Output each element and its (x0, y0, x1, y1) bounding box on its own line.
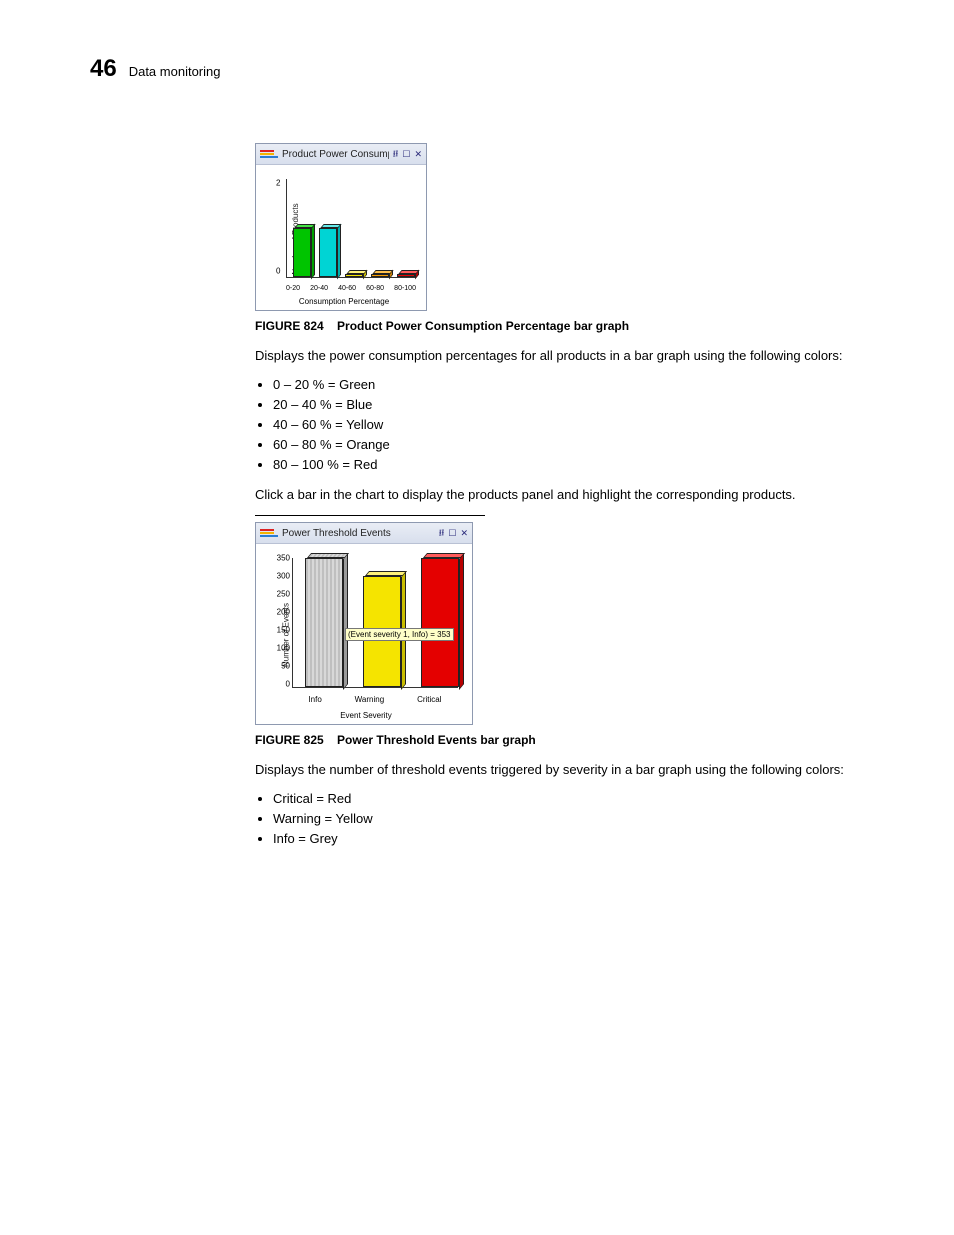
plot-area (286, 179, 416, 278)
chart-power-threshold[interactable]: Number of Events 350 300 250 200 150 100… (266, 550, 466, 720)
paragraph: Displays the power consumption percentag… (255, 347, 894, 365)
bar[interactable] (293, 228, 311, 277)
chapter-title: Data monitoring (129, 64, 221, 79)
x-axis-label: Event Severity (266, 711, 466, 720)
list-item: 60 – 80 % = Orange (273, 437, 894, 452)
bar[interactable] (421, 558, 459, 687)
collapse-icon[interactable]: ⭿ (393, 150, 399, 159)
y-tick: 300 (272, 572, 290, 581)
widget-titlebar[interactable]: Product Power Consumption P... ⭿ ☐ ✕ (256, 144, 426, 165)
logo-icon (260, 149, 278, 159)
chapter-number: 46 (90, 55, 117, 83)
maximize-icon[interactable]: ☐ (402, 150, 410, 159)
x-axis-label: Consumption Percentage (266, 297, 422, 306)
bar[interactable] (345, 274, 363, 277)
close-icon[interactable]: ✕ (414, 150, 422, 159)
collapse-icon[interactable]: ⭿ (439, 529, 445, 538)
y-tick: 350 (272, 554, 290, 563)
widget-title: Power Threshold Events (282, 528, 435, 539)
y-tick: 0 (272, 680, 290, 689)
y-tick: 0 (276, 267, 280, 276)
y-tick: 150 (272, 626, 290, 635)
color-legend-list: Critical = Red Warning = Yellow Info = G… (273, 791, 894, 846)
y-tick: 50 (272, 662, 290, 671)
bar[interactable] (397, 274, 415, 277)
list-item: Info = Grey (273, 831, 894, 846)
widget-power-consumption: Product Power Consumption P... ⭿ ☐ ✕ Num… (255, 143, 427, 311)
chart-tooltip: (Event severity 1, Info) = 353 (345, 628, 454, 641)
y-tick: 100 (272, 644, 290, 653)
list-item: 0 – 20 % = Green (273, 377, 894, 392)
logo-icon (260, 528, 278, 538)
bar[interactable] (319, 228, 337, 277)
widget-titlebar[interactable]: Power Threshold Events ⭿ ☐ ✕ (256, 523, 472, 544)
list-item: 80 – 100 % = Red (273, 457, 894, 472)
chart-power-consumption[interactable]: Number of Products 2 0 (266, 171, 422, 306)
paragraph: Click a bar in the chart to display the … (255, 486, 894, 504)
plot-area: (Event severity 1, Info) = 353 (292, 558, 458, 688)
y-tick: 2 (276, 179, 280, 188)
x-ticks: 0-20 20-40 40-60 60-80 80-100 (286, 285, 416, 292)
list-item: Warning = Yellow (273, 811, 894, 826)
figure-rule (255, 515, 485, 516)
page-header: 46 Data monitoring (90, 55, 894, 83)
color-legend-list: 0 – 20 % = Green 20 – 40 % = Blue 40 – 6… (273, 377, 894, 472)
widget-title: Product Power Consumption P... (282, 149, 389, 160)
close-icon[interactable]: ✕ (460, 529, 468, 538)
widget-power-threshold: Power Threshold Events ⭿ ☐ ✕ Number of E… (255, 522, 473, 725)
list-item: 40 – 60 % = Yellow (273, 417, 894, 432)
y-tick: 200 (272, 608, 290, 617)
maximize-icon[interactable]: ☐ (448, 529, 456, 538)
bar[interactable] (371, 274, 389, 277)
list-item: Critical = Red (273, 791, 894, 806)
list-item: 20 – 40 % = Blue (273, 397, 894, 412)
figure-caption: FIGURE 825 Power Threshold Events bar gr… (255, 733, 894, 747)
figure-caption: FIGURE 824 Product Power Consumption Per… (255, 319, 894, 333)
paragraph: Displays the number of threshold events … (255, 761, 894, 779)
bar[interactable] (305, 558, 343, 687)
x-ticks: Info Warning Critical (292, 695, 458, 704)
y-tick: 250 (272, 590, 290, 599)
